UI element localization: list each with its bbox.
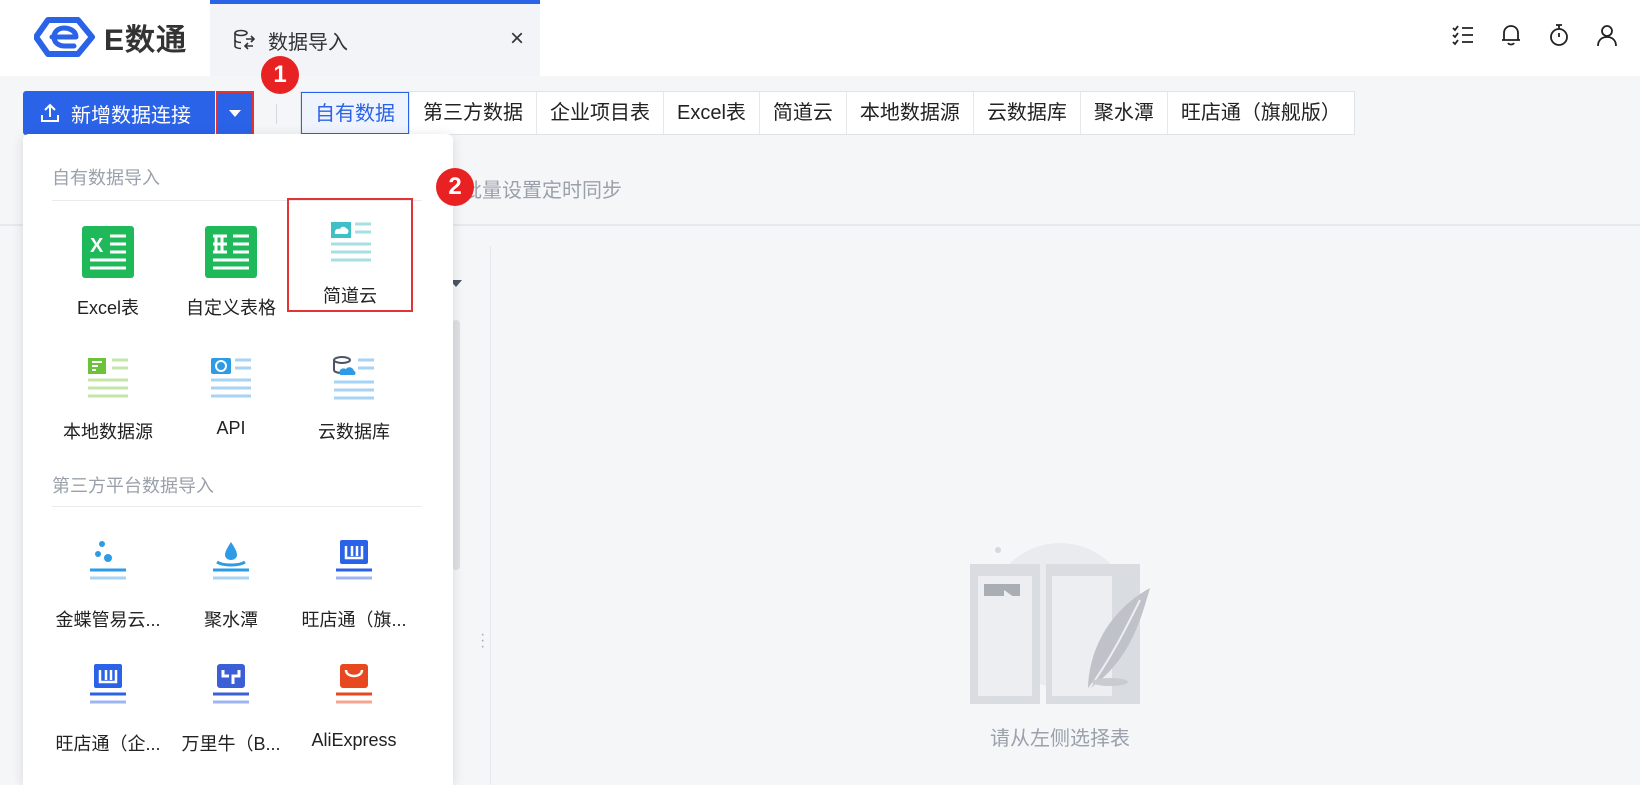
source-item-wanliniu[interactable]: 万里牛（B... (167, 646, 295, 766)
empty-state-illustration (970, 543, 1150, 704)
source-item-label: 旺店通（企... (55, 734, 161, 754)
source-item-label: API (216, 418, 246, 438)
source-item-label: 本地数据源 (63, 422, 153, 442)
jiandaoyun-icon (331, 222, 371, 262)
source-item-label: 聚水潭 (204, 610, 258, 630)
filter-tab-wangdiantong[interactable]: 旺店通（旗舰版） (1166, 92, 1354, 134)
source-item-label: 金蝶管易云... (55, 610, 161, 630)
caret-down-icon (229, 109, 241, 117)
timer-icon[interactable] (1546, 22, 1572, 48)
source-item-wangdiantong-enterprise[interactable]: 旺店通（企... (44, 646, 172, 766)
svg-text:X: X (90, 235, 104, 257)
step-badge-2: 2 (436, 168, 474, 206)
close-icon[interactable]: × (504, 26, 530, 52)
kingdee-icon (90, 541, 126, 580)
source-item-label: 简道云 (323, 286, 377, 306)
wanliniu-icon (213, 664, 249, 704)
source-item-jushuitan[interactable]: 聚水潭 (167, 522, 295, 642)
user-icon[interactable] (1594, 22, 1620, 48)
brand-name: E数通 (104, 24, 188, 57)
empty-state-text: 请从左侧选择表 (990, 728, 1130, 750)
source-item-jiandaoyun[interactable]: 简道云 (287, 198, 413, 312)
source-item-label: 云数据库 (318, 422, 390, 442)
filter-tab-excel[interactable]: Excel表 (663, 92, 759, 134)
custom-table-icon (205, 226, 257, 278)
source-item-kingdee[interactable]: 金蝶管易云... (44, 522, 172, 642)
main-divider (490, 246, 491, 785)
section-title-own-data: 自有数据导入 (52, 168, 160, 188)
filter-tab-own-data[interactable]: 自有数据 (301, 92, 409, 134)
source-item-custom-table[interactable]: 自定义表格 (167, 210, 295, 330)
source-item-label: 自定义表格 (186, 298, 276, 318)
section-divider (52, 506, 422, 507)
excel-icon: X (82, 226, 134, 278)
task-list-icon[interactable] (1450, 22, 1476, 48)
source-item-aliexpress[interactable]: AliExpress (290, 646, 418, 766)
filter-tab-enterprise-project[interactable]: 企业项目表 (536, 92, 663, 134)
source-item-wangdiantong-flagship[interactable]: 旺店通（旗... (290, 522, 418, 642)
add-connection-dropdown-button[interactable] (216, 91, 254, 135)
wangdiantong-flagship-icon (336, 540, 372, 580)
wangdiantong-enterprise-icon (90, 664, 126, 704)
logo-mark-icon (34, 17, 95, 57)
source-item-api[interactable]: API (167, 334, 295, 454)
top-right-icons (1450, 22, 1620, 48)
resize-handle-icon[interactable]: · · · (480, 627, 485, 655)
tab-data-import[interactable]: 数据导入 × (210, 0, 540, 76)
source-item-label: 万里牛（B... (181, 734, 281, 754)
tab-label: 数据导入 (268, 31, 348, 54)
data-import-icon (234, 29, 256, 50)
source-item-label: AliExpress (311, 730, 397, 750)
filter-tab-jushuitan[interactable]: 聚水潭 (1079, 92, 1167, 134)
add-data-connection-button[interactable]: 新增数据连接 (23, 91, 215, 135)
top-bar: E数通 数据导入 × (0, 0, 1640, 76)
source-item-excel[interactable]: X Excel表 (44, 210, 172, 330)
add-data-connection-label: 新增数据连接 (71, 104, 191, 127)
source-item-cloud-database[interactable]: 云数据库 (290, 334, 418, 454)
source-item-local-datasource[interactable]: 本地数据源 (44, 334, 172, 454)
local-datasource-icon (88, 358, 128, 398)
data-source-filter-tabs: 自有数据 第三方数据 企业项目表 Excel表 简道云 本地数据源 云数据库 聚… (300, 91, 1355, 135)
aliexpress-icon (336, 664, 372, 704)
upload-icon (41, 103, 59, 122)
filter-tab-local-datasource[interactable]: 本地数据源 (845, 92, 973, 134)
cloud-database-icon (333, 356, 374, 400)
jushuitan-icon (213, 542, 249, 580)
api-icon (211, 358, 251, 398)
source-item-label: 旺店通（旗... (301, 610, 407, 630)
filter-tab-cloud-database[interactable]: 云数据库 (972, 92, 1080, 134)
data-connection-dropdown: 自有数据导入 X Excel表 自定义表格 简道云 本地数据源 API 云数据库… (23, 134, 453, 785)
left-panel-scrollbar[interactable] (452, 320, 460, 570)
toolbar-divider (276, 104, 277, 124)
bell-icon[interactable] (1498, 22, 1524, 48)
batch-sync-link[interactable]: 批量设置定时同步 (462, 174, 622, 203)
filter-tab-third-party[interactable]: 第三方数据 (409, 92, 536, 134)
app-logo[interactable]: E数通 (34, 14, 187, 60)
section-title-third-party: 第三方平台数据导入 (52, 476, 214, 496)
source-item-label: Excel表 (76, 298, 139, 318)
filter-tab-jiandaoyun[interactable]: 简道云 (758, 92, 846, 134)
step-badge-1: 1 (261, 56, 299, 94)
